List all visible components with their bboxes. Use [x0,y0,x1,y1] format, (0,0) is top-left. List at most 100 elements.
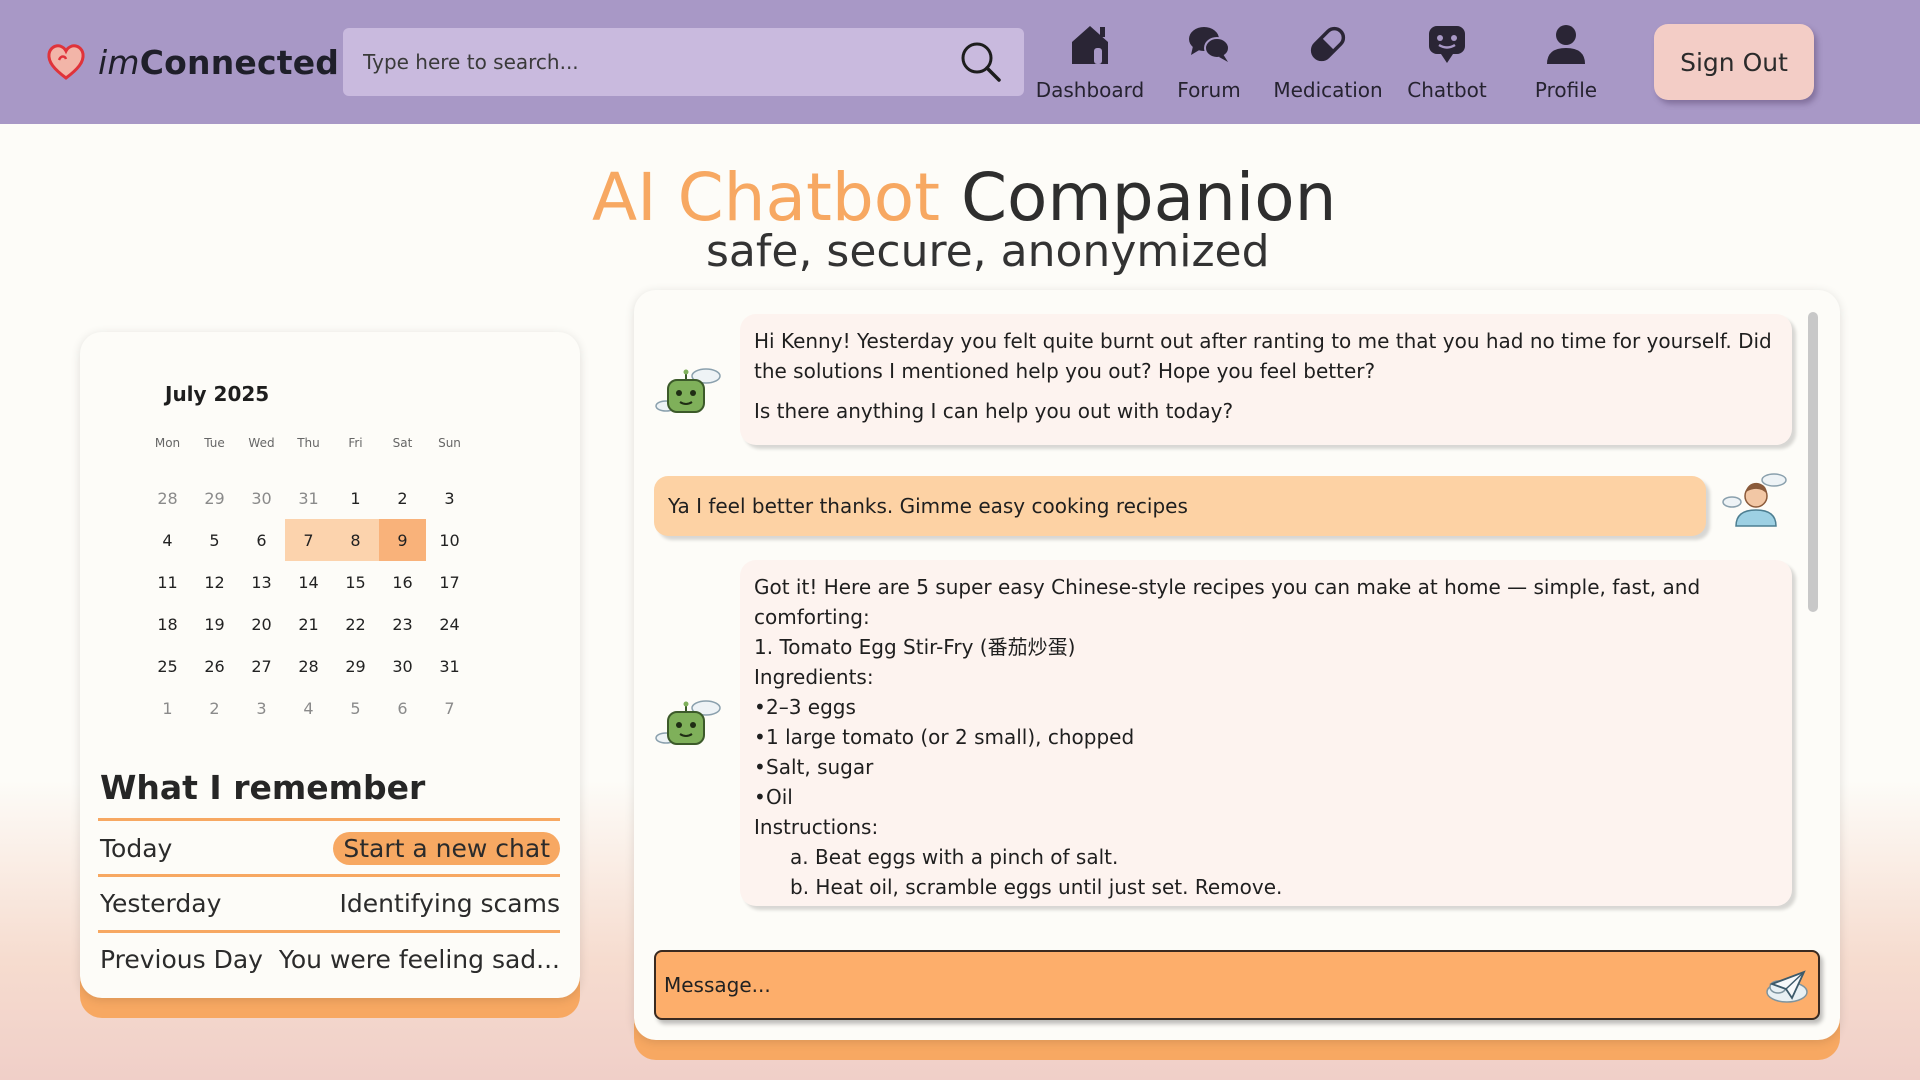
calendar-day[interactable]: 6 [379,687,426,729]
calendar-day[interactable]: 9 [379,519,426,561]
weekday-label: Wed [248,436,275,450]
calendar-day[interactable]: 5 [191,519,238,561]
list-item: Oil [754,782,1778,812]
calendar-week-row: 11 12 13 14 15 16 17 [144,561,474,603]
calendar-week-row: 4 5 6 7 8 9 10 [144,519,474,561]
title-rest: Companion [939,159,1337,236]
calendar-day[interactable]: 1 [332,477,379,519]
bot-avatar-icon [655,700,721,745]
calendar-day[interactable]: 4 [144,519,191,561]
calendar-day[interactable]: 31 [285,477,332,519]
bot-message: Hi Kenny! Yesterday you felt quite burnt… [740,314,1792,445]
page-subtitle: safe, secure, anonymized [706,226,1270,277]
list-item: 1 large tomato (or 2 small), chopped [754,722,1778,752]
calendar-day[interactable]: 30 [238,477,285,519]
message-input[interactable] [664,973,1764,997]
heart-logo-icon [47,44,85,80]
memory-row-value[interactable]: You were feeling sad... [279,945,560,974]
calendar-day[interactable]: 23 [379,603,426,645]
calendar-day[interactable]: 10 [426,519,473,561]
calendar-day[interactable]: 31 [426,645,473,687]
weekday-label: Tue [204,436,225,450]
home-icon [1072,26,1108,64]
memory-row-today[interactable]: Today Start a new chat [100,828,560,868]
divider [98,874,560,877]
pill-icon [1310,26,1346,62]
calendar-day[interactable]: 2 [379,477,426,519]
chat-bubbles-icon [1189,27,1230,62]
instructions-list: a. Beat eggs with a pinch of salt. b. He… [754,842,1778,902]
calendar-day[interactable]: 28 [285,645,332,687]
nav-medication[interactable]: Medication [1268,18,1388,108]
nav-chatbot[interactable]: Chatbot [1387,18,1507,108]
calendar-day[interactable]: 5 [332,687,379,729]
calendar-day[interactable]: 24 [426,603,473,645]
calendar-day[interactable]: 8 [332,519,379,561]
nav-dashboard[interactable]: Dashboard [1030,18,1150,108]
search-icon[interactable] [958,39,1004,85]
list-item: Salt, sugar [754,752,1778,782]
calendar-day[interactable]: 17 [426,561,473,603]
calendar-day[interactable]: 29 [191,477,238,519]
calendar-day[interactable]: 21 [285,603,332,645]
calendar-day[interactable]: 27 [238,645,285,687]
list-item: b. Heat oil, scramble eggs until just se… [790,875,1283,899]
app-name: imConnected [98,42,340,82]
divider [98,818,560,821]
calendar-day[interactable]: 26 [191,645,238,687]
calendar-day[interactable]: 1 [144,687,191,729]
calendar-day[interactable]: 3 [238,687,285,729]
nav-medication-label: Medication [1273,78,1383,102]
calendar-day[interactable]: 25 [144,645,191,687]
chat-scrollbar[interactable] [1808,312,1818,612]
calendar-day[interactable]: 12 [191,561,238,603]
calendar-day[interactable]: 30 [379,645,426,687]
ingredients-label: Ingredients: [754,665,874,689]
app-logo[interactable]: imConnected [44,40,339,84]
calendar-day[interactable]: 22 [332,603,379,645]
user-icon [1547,25,1585,64]
message-text: Is there anything I can help you out wit… [754,399,1234,423]
calendar-day[interactable]: 29 [332,645,379,687]
weekday-label: Thu [297,436,320,450]
bot-avatar-icon [655,368,721,413]
calendar-day[interactable]: 15 [332,561,379,603]
bot-message: Got it! Here are 5 super easy Chinese-st… [740,560,1792,906]
robot-chat-icon [1429,26,1465,63]
send-paper-plane-icon[interactable] [1764,962,1810,1008]
calendar-day[interactable]: 16 [379,561,426,603]
nav-profile[interactable]: Profile [1506,18,1626,108]
calendar-day[interactable]: 2 [191,687,238,729]
memory-title: What I remember [100,768,426,807]
calendar-day[interactable]: 13 [238,561,285,603]
calendar-day[interactable]: 28 [144,477,191,519]
memory-row-value[interactable]: Identifying scams [340,889,560,918]
message-input-bar [654,950,1820,1020]
title-accent: AI Chatbot [592,159,940,236]
calendar-day[interactable]: 14 [285,561,332,603]
calendar-day[interactable]: 4 [285,687,332,729]
chat-panel: Hi Kenny! Yesterday you felt quite burnt… [634,290,1840,1040]
sign-out-button[interactable]: Sign Out [1654,24,1814,100]
calendar-grid: 28 29 30 31 1 2 3 4 5 6 7 8 9 10 11 12 13 14 15 16 17 18 19 20 2… [144,477,474,729]
calendar-day[interactable]: 7 [426,687,473,729]
calendar-day[interactable]: 20 [238,603,285,645]
start-new-chat-button[interactable]: Start a new chat [333,831,560,865]
list-item: 2–3 eggs [754,692,1778,722]
calendar-day[interactable]: 3 [426,477,473,519]
search-input[interactable] [363,50,958,74]
nav-forum[interactable]: Forum [1149,18,1269,108]
left-panel: July 2025 Mon Tue Wed Thu Fri Sat Sun 28 29 30 31… [80,332,580,998]
memory-row-label: Previous Day [100,944,263,974]
calendar-day[interactable]: 18 [144,603,191,645]
calendar-day[interactable]: 11 [144,561,191,603]
instructions-label: Instructions: [754,815,879,839]
memory-row-previous-day[interactable]: Previous Day You were feeling sad... [100,939,560,979]
memory-row-yesterday[interactable]: Yesterday Identifying scams [100,883,560,923]
memory-row-label: Today [100,833,173,863]
calendar-day[interactable]: 7 [285,519,332,561]
calendar-day[interactable]: 19 [191,603,238,645]
nav-forum-label: Forum [1177,78,1241,102]
top-nav-bar: imConnected Dashboard Forum [0,0,1920,124]
calendar-day[interactable]: 6 [238,519,285,561]
